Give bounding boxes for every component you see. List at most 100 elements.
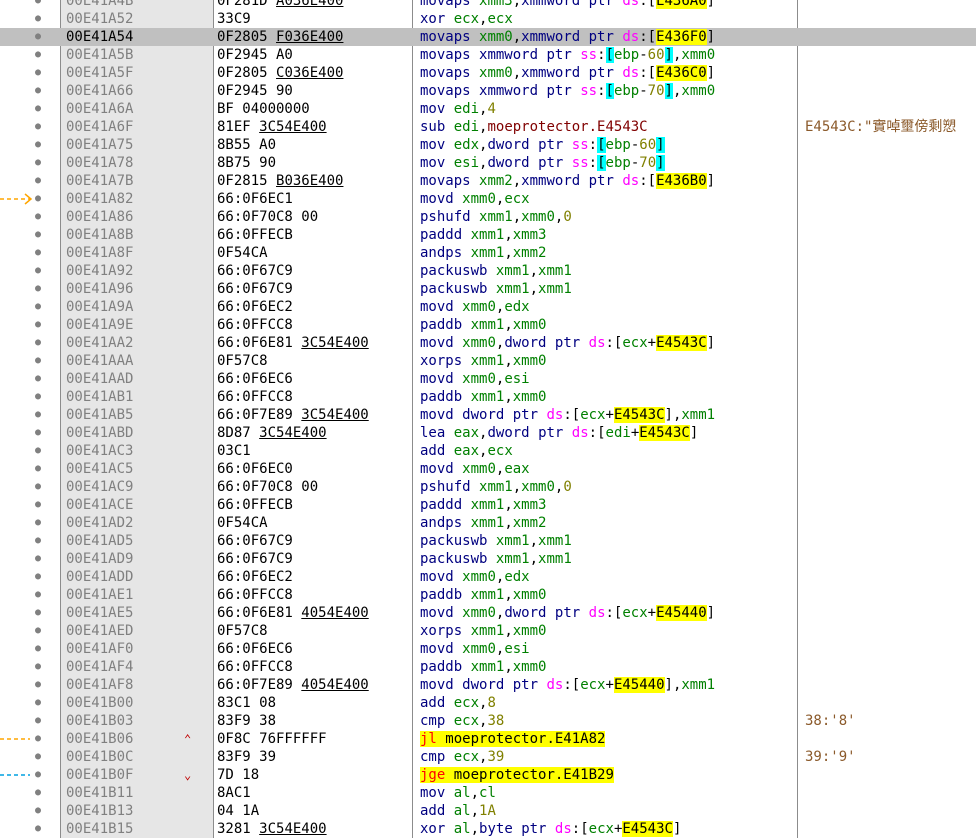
breakpoint-dot-icon[interactable]: ●: [31, 424, 45, 442]
instruction-address[interactable]: 00E41B11: [66, 784, 133, 802]
instruction-text[interactable]: movd xmm0,ecx: [420, 190, 530, 208]
instruction-address[interactable]: 00E41ABD: [66, 424, 133, 442]
instruction-text[interactable]: xorps xmm1,xmm0: [420, 352, 546, 370]
disasm-row[interactable]: ● 00E41A9E 66:0FFCC8 paddb xmm1,xmm0: [0, 316, 976, 334]
disasm-row[interactable]: ● 00E41B06 ⌃ 0F8C 76FFFFFF jl moeprotector.E…: [0, 730, 976, 748]
instruction-address[interactable]: 00E41AA2: [66, 334, 133, 352]
instruction-address[interactable]: 00E41AED: [66, 622, 133, 640]
disasm-row[interactable]: ● 00E41A8F 0F54CA andps xmm1,xmm2: [0, 244, 976, 262]
instruction-text[interactable]: paddb xmm1,xmm0: [420, 586, 546, 604]
disasm-row[interactable]: ● 00E41AAA 0F57C8 xorps xmm1,xmm0: [0, 352, 976, 370]
instruction-address[interactable]: 00E41A82: [66, 190, 133, 208]
instruction-text[interactable]: lea eax,dword ptr ds:[edi+E4543C]: [420, 424, 698, 442]
instruction-address[interactable]: 00E41AD5: [66, 532, 133, 550]
instruction-address[interactable]: 00E41B00: [66, 694, 133, 712]
instruction-address[interactable]: 00E41B06: [66, 730, 133, 748]
breakpoint-dot-icon[interactable]: ●: [31, 532, 45, 550]
instruction-address[interactable]: 00E41A6F: [66, 118, 133, 136]
disasm-row[interactable]: ● 00E41B13 04 1A add al,1A: [0, 802, 976, 820]
instruction-address[interactable]: 00E41AD2: [66, 514, 133, 532]
disasm-row[interactable]: ● 00E41A8B 66:0FFECB paddd xmm1,xmm3: [0, 226, 976, 244]
disasm-row[interactable]: ● 00E41AE5 66:0F6E81 4054E400 movd xmm0,dwo…: [0, 604, 976, 622]
disasm-row[interactable]: ● 00E41AD5 66:0F67C9 packuswb xmm1,xmm1: [0, 532, 976, 550]
breakpoint-dot-icon[interactable]: ●: [31, 154, 45, 172]
instruction-address[interactable]: 00E41AD9: [66, 550, 133, 568]
instruction-address[interactable]: 00E41B15: [66, 820, 133, 838]
disasm-row[interactable]: ● 00E41B11 8AC1 mov al,cl: [0, 784, 976, 802]
disassembly-listing[interactable]: ● 00E41A4B 0F281D A036E400 movaps xmm3,xmmw…: [0, 0, 976, 838]
disasm-row[interactable]: ● 00E41A78 8B75 90 mov esi,dword ptr ss:[eb…: [0, 154, 976, 172]
disasm-row[interactable]: ● 00E41B03 83F9 38 cmp ecx,38 38:'8': [0, 712, 976, 730]
instruction-address[interactable]: 00E41A7B: [66, 172, 133, 190]
instruction-text[interactable]: movaps xmmword ptr ss:[ebp-70],xmm0: [420, 82, 715, 100]
instruction-text[interactable]: paddd xmm1,xmm3: [420, 226, 546, 244]
instruction-text[interactable]: paddb xmm1,xmm0: [420, 316, 546, 334]
breakpoint-dot-icon[interactable]: ●: [31, 316, 45, 334]
disasm-row[interactable]: ● 00E41AE1 66:0FFCC8 paddb xmm1,xmm0: [0, 586, 976, 604]
disasm-row[interactable]: ● 00E41A66 0F2945 90 movaps xmmword ptr ss:…: [0, 82, 976, 100]
instruction-text[interactable]: paddb xmm1,xmm0: [420, 388, 546, 406]
breakpoint-dot-icon[interactable]: ●: [31, 64, 45, 82]
breakpoint-dot-icon[interactable]: ●: [31, 352, 45, 370]
breakpoint-dot-icon[interactable]: ●: [31, 550, 45, 568]
instruction-text[interactable]: movd xmm0,dword ptr ds:[ecx+E45440]: [420, 604, 715, 622]
instruction-text[interactable]: jl moeprotector.E41A82: [420, 730, 606, 748]
instruction-address[interactable]: 00E41AAD: [66, 370, 133, 388]
disasm-row[interactable]: ● 00E41A9A 66:0F6EC2 movd xmm0,edx: [0, 298, 976, 316]
instruction-address[interactable]: 00E41A8B: [66, 226, 133, 244]
instruction-text[interactable]: andps xmm1,xmm2: [420, 244, 546, 262]
disasm-row[interactable]: ● 00E41AA2 66:0F6E81 3C54E400 movd xmm0,dwo…: [0, 334, 976, 352]
instruction-address[interactable]: 00E41A96: [66, 280, 133, 298]
breakpoint-dot-icon[interactable]: ●: [31, 118, 45, 136]
disasm-row[interactable]: ● 00E41AED 0F57C8 xorps xmm1,xmm0: [0, 622, 976, 640]
instruction-text[interactable]: paddd xmm1,xmm3: [420, 496, 546, 514]
instruction-text[interactable]: xor al,byte ptr ds:[ecx+E4543C]: [420, 820, 681, 838]
instruction-text[interactable]: movaps xmm0,xmmword ptr ds:[E436F0]: [420, 28, 715, 46]
disasm-row[interactable]: ● 00E41AD9 66:0F67C9 packuswb xmm1,xmm1: [0, 550, 976, 568]
instruction-text[interactable]: movaps xmm0,xmmword ptr ds:[E436C0]: [420, 64, 715, 82]
instruction-address[interactable]: 00E41AF4: [66, 658, 133, 676]
instruction-address[interactable]: 00E41AAA: [66, 352, 133, 370]
instruction-text[interactable]: mov edi,4: [420, 100, 496, 118]
instruction-text[interactable]: cmp ecx,38: [420, 712, 504, 730]
instruction-text[interactable]: movd xmm0,edx: [420, 298, 530, 316]
instruction-text[interactable]: movd xmm0,esi: [420, 370, 530, 388]
disasm-row[interactable]: ● 00E41AB5 66:0F7E89 3C54E400 movd dword pt…: [0, 406, 976, 424]
instruction-address[interactable]: 00E41B03: [66, 712, 133, 730]
disasm-row[interactable]: ● 00E41A86 66:0F70C8 00 pshufd xmm1,xmm0,0: [0, 208, 976, 226]
instruction-text[interactable]: movd dword ptr ds:[ecx+E45440],xmm1: [420, 676, 715, 694]
instruction-address[interactable]: 00E41AB1: [66, 388, 133, 406]
instruction-text[interactable]: movd xmm0,eax: [420, 460, 530, 478]
breakpoint-dot-icon[interactable]: ●: [31, 586, 45, 604]
instruction-text[interactable]: movd xmm0,esi: [420, 640, 530, 658]
breakpoint-dot-icon[interactable]: ●: [31, 712, 45, 730]
instruction-address[interactable]: 00E41A92: [66, 262, 133, 280]
instruction-text[interactable]: xorps xmm1,xmm0: [420, 622, 546, 640]
instruction-address[interactable]: 00E41A6A: [66, 100, 133, 118]
breakpoint-dot-icon[interactable]: ●: [31, 82, 45, 100]
instruction-text[interactable]: movd dword ptr ds:[ecx+E4543C],xmm1: [420, 406, 715, 424]
instruction-text[interactable]: packuswb xmm1,xmm1: [420, 280, 572, 298]
breakpoint-dot-icon[interactable]: ●: [31, 208, 45, 226]
instruction-comment[interactable]: E4543C:"實啅壐傍剩愬: [805, 118, 956, 136]
disasm-row[interactable]: ● 00E41ABD 8D87 3C54E400 lea eax,dword ptr …: [0, 424, 976, 442]
instruction-text[interactable]: mov esi,dword ptr ss:[ebp-70]: [420, 154, 665, 172]
disasm-row[interactable]: ● 00E41A96 66:0F67C9 packuswb xmm1,xmm1: [0, 280, 976, 298]
instruction-address[interactable]: 00E41ADD: [66, 568, 133, 586]
breakpoint-dot-icon[interactable]: ●: [31, 622, 45, 640]
instruction-comment[interactable]: 38:'8': [805, 712, 856, 730]
disasm-row[interactable]: ● 00E41A5F 0F2805 C036E400 movaps xmm0,xmmw…: [0, 64, 976, 82]
disasm-row[interactable]: ● 00E41AAD 66:0F6EC6 movd xmm0,esi: [0, 370, 976, 388]
disasm-row[interactable]: ● 00E41A4B 0F281D A036E400 movaps xmm3,xmmw…: [0, 0, 976, 10]
disasm-row[interactable]: ● 00E41A92 66:0F67C9 packuswb xmm1,xmm1: [0, 262, 976, 280]
disasm-row[interactable]: ● 00E41A75 8B55 A0 mov edx,dword ptr ss:[eb…: [0, 136, 976, 154]
instruction-address[interactable]: 00E41AB5: [66, 406, 133, 424]
disasm-row[interactable]: ● 00E41ACE 66:0FFECB paddd xmm1,xmm3: [0, 496, 976, 514]
breakpoint-dot-icon[interactable]: ●: [31, 406, 45, 424]
disasm-row[interactable]: ● 00E41A54 0F2805 F036E400 movaps xmm0,xmmw…: [0, 28, 976, 46]
instruction-text[interactable]: pshufd xmm1,xmm0,0: [420, 208, 572, 226]
breakpoint-dot-icon[interactable]: ●: [31, 748, 45, 766]
disasm-row[interactable]: ● 00E41AF8 66:0F7E89 4054E400 movd dword pt…: [0, 676, 976, 694]
disasm-row[interactable]: ● 00E41AC5 66:0F6EC0 movd xmm0,eax: [0, 460, 976, 478]
instruction-address[interactable]: 00E41A78: [66, 154, 133, 172]
